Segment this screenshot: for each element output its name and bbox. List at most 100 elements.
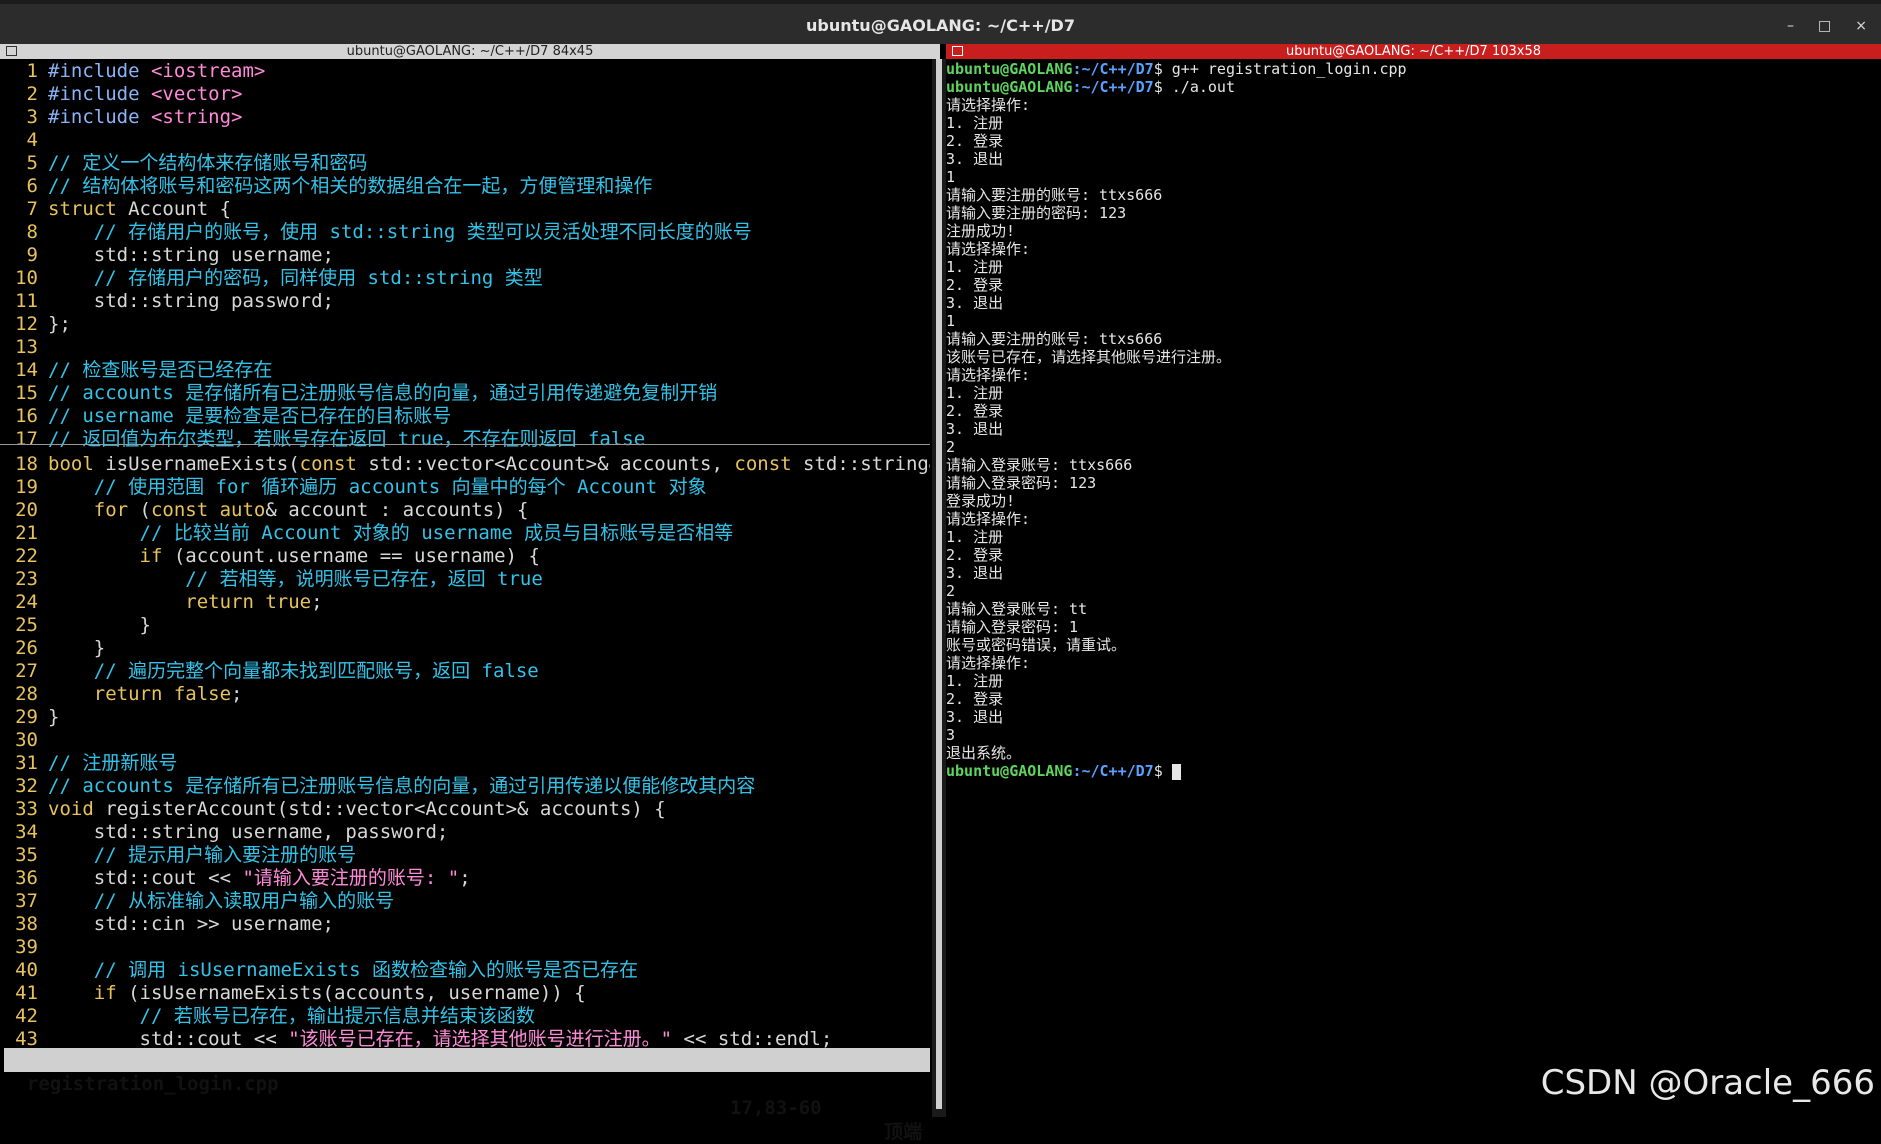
code-line: 29} xyxy=(4,706,930,729)
pane-split-icon xyxy=(6,46,17,56)
terminal-line: 该账号已存在，请选择其他账号进行注册。 xyxy=(946,348,1876,366)
right-pane-header[interactable]: ubuntu@GAOLANG: ~/C++/D7 103x58 xyxy=(946,44,1881,59)
code-token: registerAccount(std::vector<Account>& ac… xyxy=(93,798,666,820)
terminal-line: 1. 注册 xyxy=(946,384,1876,402)
minimize-button[interactable]: – xyxy=(1787,4,1794,44)
code-token: // accounts 是存储所有已注册账号信息的向量，通过引用传递避免复制开销 xyxy=(48,382,718,404)
code-line: 27 // 遍历完整个向量都未找到匹配账号，返回 false xyxy=(4,660,930,683)
prompt-user: ubuntu@GAOLANG xyxy=(946,762,1073,780)
prompt-path: :~/C++/D7 xyxy=(1072,60,1154,78)
terminal-line: 请选择操作: xyxy=(946,510,1876,528)
line-number: 12 xyxy=(15,313,38,335)
code-line: 1 #include <iostream> xyxy=(4,60,930,83)
line-number: 30 xyxy=(15,729,38,751)
code-line: 31 // 注册新账号 xyxy=(4,752,930,775)
right-pane-title: ubuntu@GAOLANG: ~/C++/D7 103x58 xyxy=(1286,44,1541,59)
code-token: std::string username; xyxy=(48,244,334,266)
terminal-line: 登录成功! xyxy=(946,492,1876,510)
terminal-line: 账号或密码错误，请重试。 xyxy=(946,636,1876,654)
line-number: 11 xyxy=(15,290,38,312)
output-text: 请选择操作: xyxy=(946,366,1031,384)
code-line: 41 if (isUsernameExists(accounts, userna… xyxy=(4,982,930,1005)
prompt-user: ubuntu@GAOLANG xyxy=(946,60,1073,78)
line-number: 31 xyxy=(15,752,38,774)
close-button[interactable]: × xyxy=(1855,4,1867,44)
line-number: 3 xyxy=(26,106,38,128)
window-titlebar[interactable]: ubuntu@GAOLANG: ~/C++/D7 – □ × xyxy=(0,0,1881,44)
line-number: 26 xyxy=(15,637,38,659)
command-text: $ g++ registration_login.cpp xyxy=(1153,60,1407,78)
line-number: 32 xyxy=(15,775,38,797)
code-token: ( xyxy=(128,499,151,521)
code-line: 3 #include <string> xyxy=(4,106,930,129)
code-token: struct xyxy=(48,198,117,220)
code-line: 21 // 比较当前 Account 对象的 username 成员与目标账号是… xyxy=(4,522,930,545)
code-line: 33 void registerAccount(std::vector<Accou… xyxy=(4,798,930,821)
pane-divider[interactable] xyxy=(932,59,946,1117)
terminal-line: 1 xyxy=(946,312,1876,330)
terminal-cursor xyxy=(1171,763,1181,780)
terminal-output[interactable]: ubuntu@GAOLANG:~/C++/D7$ g++ registratio… xyxy=(946,60,1876,1110)
line-number: 1 xyxy=(26,60,38,82)
output-text: 1. 注册 xyxy=(946,258,1004,276)
code-line: 35 // 提示用户输入要注册的账号 xyxy=(4,844,930,867)
line-number: 5 xyxy=(26,152,38,174)
left-pane-header[interactable]: ubuntu@GAOLANG: ~/C++/D7 84x45 xyxy=(0,44,940,59)
code-token: // 若账号已存在，输出提示信息并结束该函数 xyxy=(48,1005,535,1027)
line-number: 14 xyxy=(15,359,38,381)
terminal-line: 3. 退出 xyxy=(946,708,1876,726)
output-text: 2. 登录 xyxy=(946,546,1004,564)
code-token: // 存储用户的账号，使用 std::string 类型可以灵活处理不同长度的账… xyxy=(48,221,752,243)
code-token: // 提示用户输入要注册的账号 xyxy=(48,844,357,866)
line-number: 42 xyxy=(15,1005,38,1027)
code-token: // 若相等，说明账号已存在，返回 true xyxy=(48,568,543,590)
terminal-line: 请选择操作: xyxy=(946,240,1876,258)
maximize-button[interactable]: □ xyxy=(1818,4,1831,44)
code-token: #include xyxy=(48,106,151,128)
code-token: return xyxy=(48,683,163,705)
left-pane-title: ubuntu@GAOLANG: ~/C++/D7 84x45 xyxy=(346,44,594,59)
output-text: 请选择操作: xyxy=(946,654,1031,672)
terminal-line: 2 xyxy=(946,582,1876,600)
code-line: 15 // accounts 是存储所有已注册账号信息的向量，通过引用传递避免复制… xyxy=(4,382,930,405)
code-line: 37 // 从标准输入读取用户输入的账号 xyxy=(4,890,930,913)
terminal-line: 3. 退出 xyxy=(946,150,1876,168)
output-text: 3. 退出 xyxy=(946,564,1004,582)
code-line: 25 } xyxy=(4,614,930,637)
terminal-line: 注册成功! xyxy=(946,222,1876,240)
code-token: // 检查账号是否已经存在 xyxy=(48,359,273,381)
terminal-line: 请输入登录密码: 123 xyxy=(946,474,1876,492)
line-number: 2 xyxy=(26,83,38,105)
output-text: 1 xyxy=(946,168,956,186)
terminal-line: 2. 登录 xyxy=(946,276,1876,294)
code-line: 5 // 定义一个结构体来存储账号和密码 xyxy=(4,152,930,175)
vim-editor[interactable]: 1 #include <iostream> 2 #include <vector> 3 #… xyxy=(4,60,930,1060)
code-token: // 注册新账号 xyxy=(48,752,178,774)
code-token: <string> xyxy=(150,106,243,128)
line-number: 13 xyxy=(15,336,38,358)
scrollbar[interactable] xyxy=(936,59,942,1109)
output-text: 登录成功! xyxy=(946,492,1016,510)
output-text: 退出系统。 xyxy=(946,744,1022,762)
code-token: (isUsernameExists(accounts, username)) { xyxy=(116,982,586,1004)
output-text: 2. 登录 xyxy=(946,132,1004,150)
output-text: 请输入登录密码: 123 xyxy=(946,474,1097,492)
output-text: 3. 退出 xyxy=(946,420,1004,438)
code-token: ; xyxy=(459,867,471,889)
code-token: & account : accounts) { xyxy=(265,499,529,521)
prompt-path: :~/C++/D7 xyxy=(1072,762,1154,780)
code-token: // 比较当前 Account 对象的 username 成员与目标账号是否相等 xyxy=(48,522,734,544)
line-number: 21 xyxy=(15,522,38,544)
code-token: ; xyxy=(311,591,323,613)
terminal-line: 请输入要注册的密码: 123 xyxy=(946,204,1876,222)
terminal-line: 请输入要注册的账号: ttxs666 xyxy=(946,330,1876,348)
code-token: for xyxy=(48,499,129,521)
terminal-line: 2. 登录 xyxy=(946,690,1876,708)
line-number: 15 xyxy=(15,382,38,404)
code-token: isUsernameExists( xyxy=(93,453,300,475)
window-title: ubuntu@GAOLANG: ~/C++/D7 xyxy=(806,16,1075,35)
code-line: 9 std::string username; xyxy=(4,244,930,267)
code-token: // 存储用户的密码，同样使用 std::string 类型 xyxy=(48,267,543,289)
output-text: 1. 注册 xyxy=(946,672,1004,690)
